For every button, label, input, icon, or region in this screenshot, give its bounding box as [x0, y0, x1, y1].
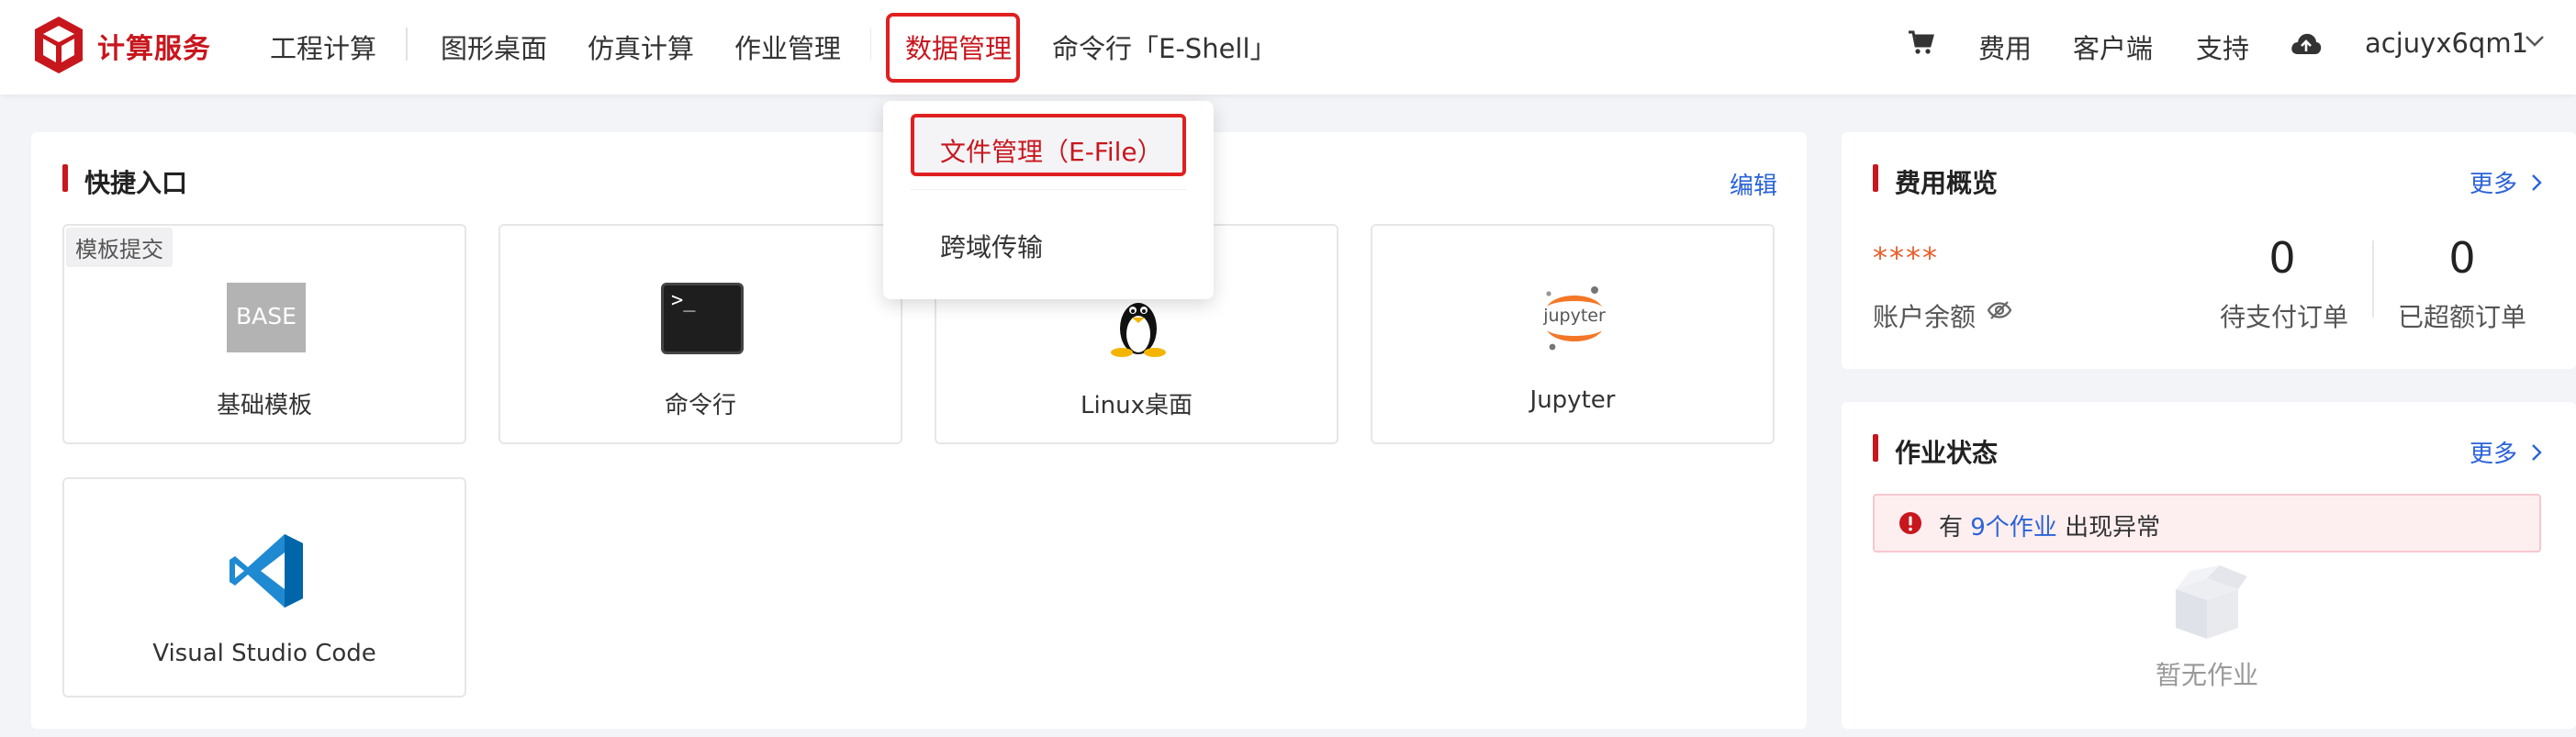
eye-hidden-icon[interactable]	[1987, 299, 2012, 321]
terminal-icon: >_	[661, 283, 744, 354]
brand-name[interactable]: 计算服务	[97, 26, 211, 66]
user-name[interactable]: acjuyx6qm1	[2365, 28, 2528, 59]
tile-label: Linux桌面	[1080, 392, 1193, 419]
logo-cube-icon[interactable]	[31, 13, 86, 77]
overdue-orders-count[interactable]: 0	[2407, 233, 2517, 283]
linux-penguin-icon	[1111, 303, 1166, 357]
menu-item-file-management[interactable]: 文件管理（E-File）	[911, 114, 1186, 176]
menu-item-label: 文件管理（E-File）	[940, 137, 1163, 167]
stat-divider	[2372, 240, 2374, 318]
fee-link[interactable]: 费用	[1978, 28, 2032, 66]
support-link[interactable]: 支持	[2196, 28, 2249, 66]
menu-item-cross-domain-transfer[interactable]: 跨域传输	[940, 228, 1043, 264]
template-submit-tag: 模板提交	[66, 228, 173, 267]
job-error-alert: 有 9个作业 出现异常	[1873, 494, 2541, 553]
empty-box-icon	[2176, 565, 2247, 639]
alert-message: 有 9个作业 出现异常	[1939, 508, 2160, 542]
jupyter-icon-text: jupyter	[1543, 306, 1606, 326]
base-icon-text: BASE	[236, 303, 297, 329]
job-more-label: 更多	[2470, 441, 2518, 468]
chevron-right-icon	[2532, 174, 2542, 191]
chevron-right-icon	[2532, 444, 2542, 461]
nav-item-engineering[interactable]: 工程计算	[270, 28, 376, 66]
quick-entry-title: 快捷入口	[84, 168, 188, 198]
balance-label: 账户余额	[1873, 302, 1977, 332]
fee-overview-title: 费用概览	[1895, 168, 1999, 198]
data-management-dropdown: 文件管理（E-File） 跨域传输	[883, 101, 1214, 299]
pending-orders-label: 待支付订单	[2220, 302, 2349, 332]
top-navigation-bar: 计算服务 工程计算 图形桌面 仿真计算 作业管理 数据管理 命令行「E-Shel…	[0, 0, 2576, 95]
tile-command-line[interactable]: >_ 命令行	[498, 224, 902, 444]
nav-item-simulation[interactable]: 仿真计算	[588, 28, 694, 66]
alert-prefix: 有	[1939, 514, 1971, 542]
error-icon	[1899, 512, 1921, 534]
title-accent-bar	[1873, 164, 1878, 192]
nav-divider	[406, 28, 408, 61]
terminal-icon-text: >_	[671, 289, 696, 312]
client-link[interactable]: 客户端	[2073, 28, 2153, 66]
fee-more-label: 更多	[2470, 171, 2518, 198]
cloud-upload-icon[interactable]	[2290, 29, 2323, 57]
menu-separator	[911, 189, 1186, 190]
title-accent-bar	[1873, 434, 1878, 462]
tile-base-template[interactable]: 模板提交 BASE 基础模板	[62, 224, 466, 444]
cart-icon[interactable]	[1907, 28, 1934, 56]
balance-masked-value: ****	[1873, 240, 1939, 275]
edit-link[interactable]: 编辑	[1730, 167, 1777, 201]
abnormal-jobs-link[interactable]: 9个作业	[1970, 514, 2057, 542]
nav-item-eshell[interactable]: 命令行「E-Shell」	[1052, 28, 1277, 66]
tile-jupyter[interactable]: jupyter Jupyter	[1371, 224, 1775, 444]
fee-more-link[interactable]: 更多	[2470, 165, 2543, 199]
alert-suffix: 出现异常	[2056, 514, 2161, 542]
vscode-icon	[230, 534, 303, 608]
base-template-icon: BASE	[227, 283, 306, 352]
tile-label: Visual Studio Code	[152, 640, 376, 667]
pending-orders-count[interactable]: 0	[2227, 233, 2337, 283]
title-accent-bar	[62, 164, 68, 192]
tile-label: 基础模板	[216, 392, 312, 419]
job-status-title: 作业状态	[1895, 438, 1999, 468]
nav-item-data-management[interactable]: 数据管理	[905, 28, 1012, 66]
tile-label: Jupyter	[1529, 386, 1616, 414]
overdue-orders-label: 已超额订单	[2398, 302, 2527, 332]
tile-label: 命令行	[664, 392, 736, 419]
nav-divider	[870, 28, 871, 61]
chevron-down-icon[interactable]	[2525, 35, 2545, 48]
nav-item-jobs[interactable]: 作业管理	[734, 28, 841, 66]
job-more-link[interactable]: 更多	[2470, 435, 2543, 469]
nav-item-desktop[interactable]: 图形桌面	[441, 28, 547, 66]
tile-vscode[interactable]: Visual Studio Code	[62, 477, 466, 698]
empty-jobs-text: 暂无作业	[2156, 660, 2259, 690]
